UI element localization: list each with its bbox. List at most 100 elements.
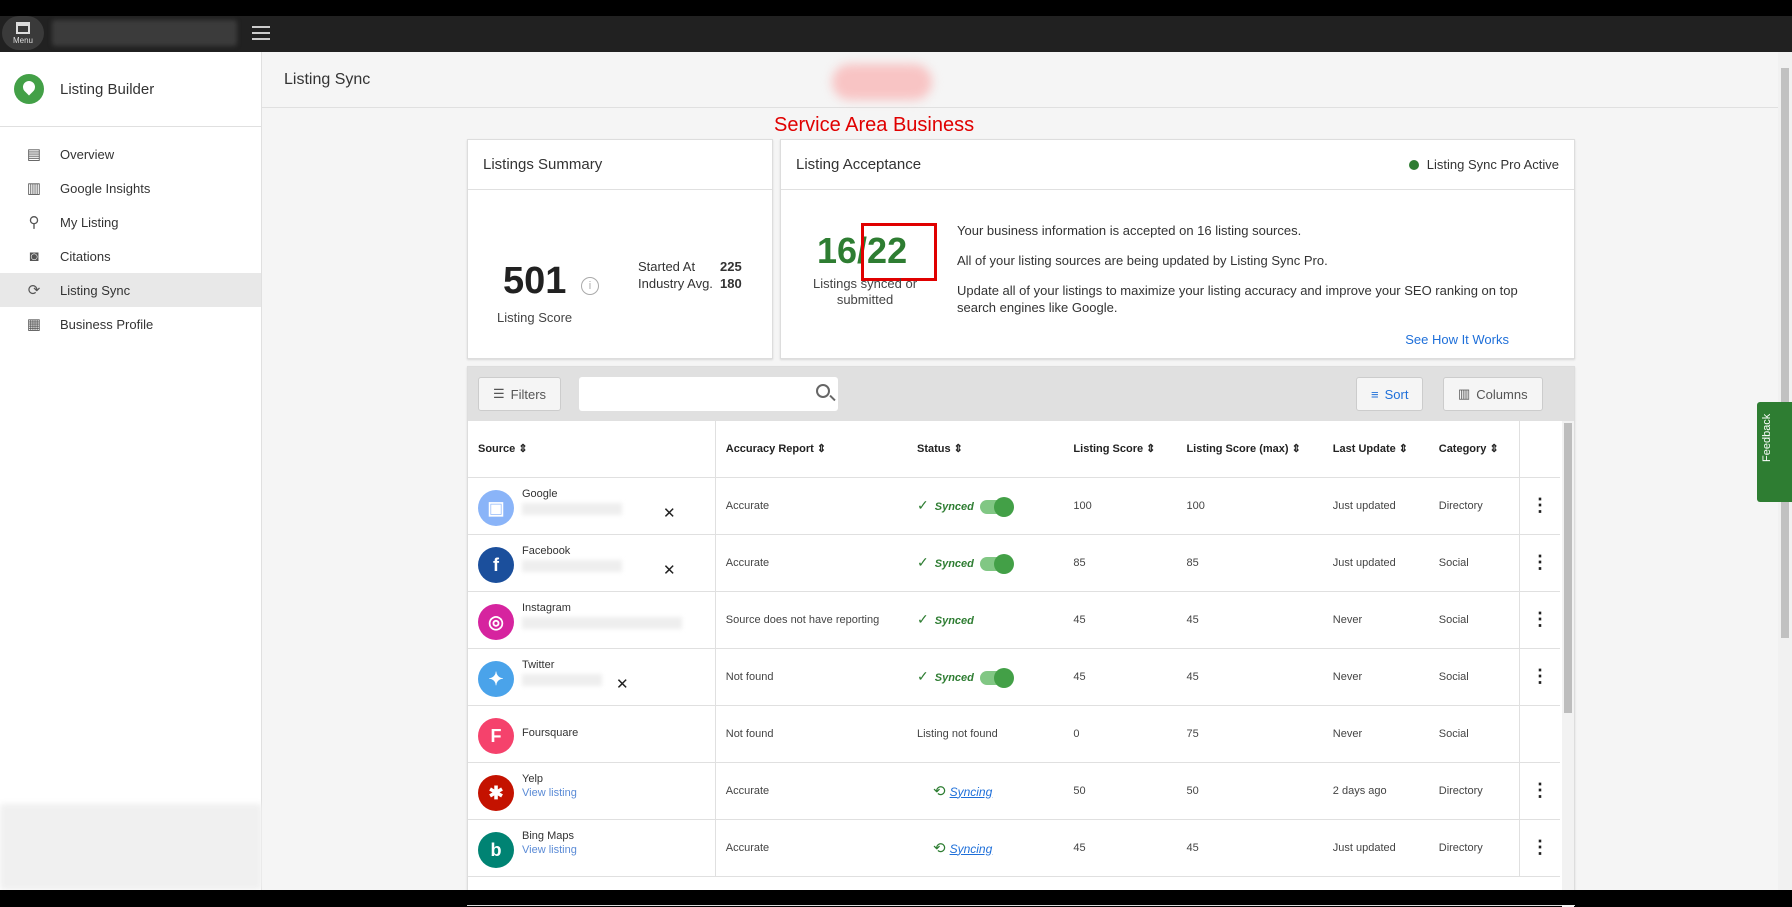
sidebar-item-label: Business Profile <box>60 316 154 332</box>
started-at-value: 225 <box>720 259 742 274</box>
sidebar-item-overview[interactable]: ▤ Overview <box>0 137 261 171</box>
table-scrollbar[interactable] <box>1562 421 1574 907</box>
header-label: Listing Score (max) <box>1186 443 1289 456</box>
close-icon[interactable]: ✕ <box>663 504 676 522</box>
listings-summary-card: Listings Summary 501 i Listing Score Sta… <box>467 139 773 359</box>
bar-chart-icon: ▥ <box>26 180 42 197</box>
more-options-icon[interactable]: ⋮ <box>1519 819 1560 877</box>
source-cell: ✦ Twitter ✕ <box>468 648 716 706</box>
status-text: Synced <box>934 615 974 627</box>
sidebar-item-citations[interactable]: ◙ Citations <box>0 239 261 273</box>
scrollbar-thumb[interactable] <box>1781 68 1789 638</box>
sort-button[interactable]: ≡ Sort <box>1356 377 1424 411</box>
more-options-icon[interactable]: ⋮ <box>1519 477 1560 535</box>
store-icon <box>16 22 30 34</box>
syncing-link[interactable]: Syncing <box>950 785 993 799</box>
acceptance-line-2: All of your listing sources are being up… <box>957 253 1328 268</box>
feedback-label: Feedback <box>1761 413 1773 462</box>
syncing-icon: ⟲ <box>933 839 946 857</box>
bing-maps-icon: b <box>478 831 514 868</box>
search-input[interactable] <box>579 377 838 411</box>
source-name: Instagram <box>522 601 571 614</box>
listing-acceptance-card: Listing Acceptance Listing Sync Pro Acti… <box>780 139 1575 359</box>
sidebar-item-business-profile[interactable]: ▦ Business Profile <box>0 307 261 341</box>
status-cell: ✓ Synced <box>907 534 1064 592</box>
score-cell: 0 <box>1063 705 1177 763</box>
table-row: b Bing Maps View listing Accurate ⟲ Syncing… <box>468 819 1560 877</box>
card-title: Listings Summary <box>468 140 772 190</box>
source-cell: f Facebook ✕ <box>468 534 716 592</box>
filters-button[interactable]: ☰ Filters <box>478 377 562 411</box>
column-header-source[interactable]: Source ⇕ <box>468 421 716 478</box>
info-icon[interactable]: i <box>581 277 599 295</box>
status-text: Synced <box>934 500 974 513</box>
close-icon[interactable]: ✕ <box>616 675 629 693</box>
listing-score-label: Listing Score <box>497 310 573 325</box>
columns-label: Columns <box>1476 386 1528 402</box>
category-cell: Social <box>1428 705 1520 763</box>
feedback-tab[interactable]: Feedback <box>1757 402 1792 502</box>
category-cell: Social <box>1428 591 1520 649</box>
search-icon <box>816 384 830 398</box>
blurred-badge <box>832 64 932 100</box>
column-header-score-max[interactable]: Listing Score (max) ⇕ <box>1176 421 1323 478</box>
sort-icon: ≡ <box>1371 386 1379 402</box>
column-header-status[interactable]: Status ⇕ <box>907 421 1064 478</box>
table-row: ✦ Twitter ✕ Not found ✓ Synced 45 45 Never … <box>468 648 1560 706</box>
columns-button[interactable]: ▥ Columns <box>1443 377 1543 411</box>
check-icon: ✓ <box>917 667 929 684</box>
header-label: Accuracy Report <box>725 443 814 456</box>
last-update-cell: Never <box>1322 591 1429 649</box>
sync-icon: ⟳ <box>27 282 41 299</box>
close-icon[interactable]: ✕ <box>663 561 676 579</box>
sync-toggle[interactable] <box>979 554 1014 575</box>
status-text: Listing Sync Pro Active <box>1426 157 1559 172</box>
menu-button[interactable]: Menu <box>2 16 44 50</box>
see-how-it-works-link[interactable]: See How It Works <box>1405 332 1509 347</box>
more-options-icon[interactable]: ⋮ <box>1519 762 1560 820</box>
sidebar-item-listing-sync[interactable]: ⟳ Listing Sync <box>0 273 261 307</box>
more-options-icon[interactable]: ⋮ <box>1519 591 1560 649</box>
source-name: Twitter <box>522 658 555 671</box>
sync-toggle[interactable] <box>979 497 1014 518</box>
last-update-cell: Just updated <box>1322 534 1429 592</box>
status-cell: ⟲ Syncing <box>907 819 1064 877</box>
sidebar-item-my-listing[interactable]: ⚲ My Listing <box>0 205 261 239</box>
google-my-business-icon: ▣ <box>478 489 514 526</box>
column-header-score[interactable]: Listing Score ⇕ <box>1063 421 1177 478</box>
blurred-sidebar-footer <box>0 804 262 890</box>
syncing-link[interactable]: Syncing <box>950 842 993 856</box>
sidebar-item-google-insights[interactable]: ▥ Google Insights <box>0 171 261 205</box>
last-update-cell: Never <box>1322 648 1429 706</box>
hamburger-icon[interactable] <box>252 26 270 40</box>
location-pin-icon: ⚲ <box>28 214 40 231</box>
view-listing-link[interactable]: View listing <box>522 787 577 799</box>
listings-table: Source ⇕ Accuracy Report ⇕ Status ⇕ List… <box>468 421 1560 877</box>
sync-toggle[interactable] <box>979 668 1014 689</box>
source-cell: ◎ Instagram <box>468 591 716 649</box>
scrollbar-thumb[interactable] <box>1564 423 1572 713</box>
header-label: Listing Score <box>1073 443 1144 456</box>
column-header-last-update[interactable]: Last Update ⇕ <box>1322 421 1429 478</box>
source-name: Yelp <box>522 772 544 785</box>
yelp-icon: ✱ <box>478 774 514 811</box>
more-options-icon[interactable]: ⋮ <box>1519 534 1560 592</box>
more-options-icon[interactable]: ⋮ <box>1519 648 1560 706</box>
source-cell: F Foursquare <box>468 705 716 763</box>
blurred-listing-info <box>522 616 682 629</box>
source-name: Facebook <box>522 544 571 557</box>
view-listing-link[interactable]: View listing <box>522 844 577 856</box>
search-box-icon: ◙ <box>29 247 39 265</box>
table-row: ✱ Yelp View listing Accurate ⟲ Syncing 50 5… <box>468 762 1560 820</box>
status-cell: ✓ Synced <box>907 648 1064 706</box>
instagram-icon: ◎ <box>478 603 514 640</box>
table-toolbar: ☰ Filters ≡ Sort ▥ Columns <box>468 367 1574 421</box>
sidebar-item-label: Overview <box>60 146 115 162</box>
check-icon: ✓ <box>917 553 929 570</box>
category-cell: Social <box>1428 648 1520 706</box>
column-header-category[interactable]: Category ⇕ <box>1428 421 1520 478</box>
industry-avg-label: Industry Avg. <box>638 276 713 291</box>
table-row: ◎ Instagram Source does not have reportin… <box>468 591 1560 649</box>
column-header-accuracy[interactable]: Accuracy Report ⇕ <box>715 421 907 478</box>
status-cell: Listing not found <box>907 705 1064 763</box>
